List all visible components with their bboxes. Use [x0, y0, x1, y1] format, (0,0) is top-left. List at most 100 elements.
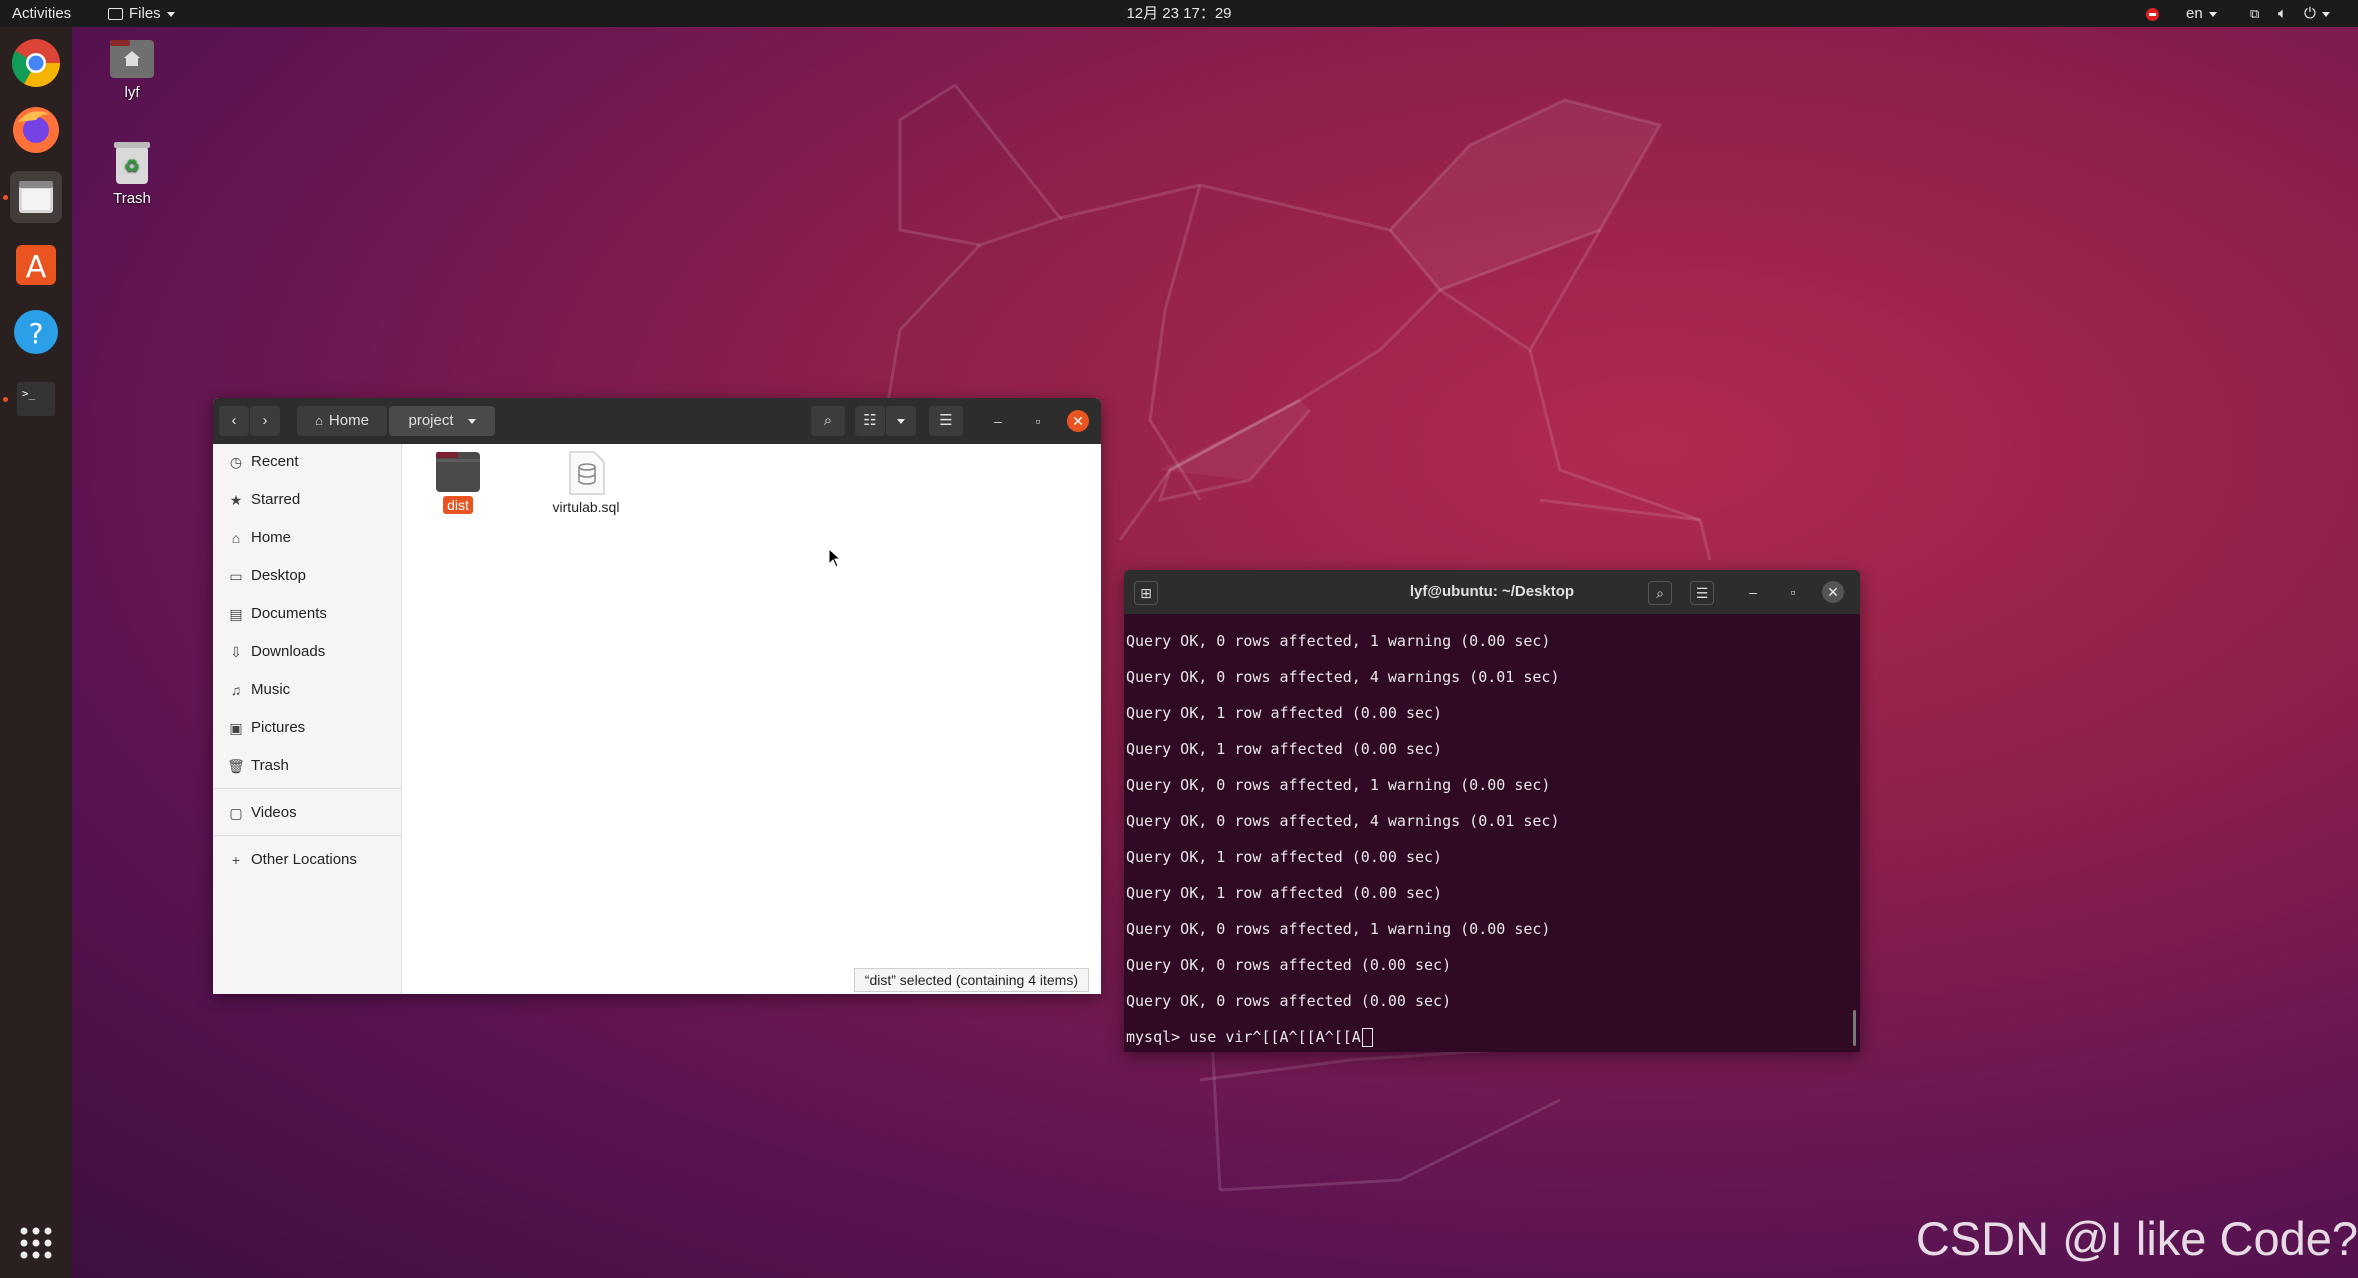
terminal-output[interactable]: Query OK, 0 rows affected, 1 warning (0.… — [1126, 632, 1856, 1052]
star-icon: ★ — [229, 492, 243, 508]
close-button[interactable]: ✕ — [1067, 410, 1089, 432]
folder-icon — [436, 452, 480, 492]
hamburger-icon: ☰ — [1695, 585, 1709, 601]
minimize-icon: – — [994, 413, 1002, 429]
sidebar-item-label: Desktop — [251, 567, 307, 584]
file-item-virtulab-sql[interactable]: virtulab.sql — [536, 450, 636, 515]
clock[interactable]: 12月 23 17：29 — [0, 0, 2358, 27]
back-button[interactable]: ‹ — [219, 406, 249, 436]
sidebar-item-starred[interactable]: ★ Starred — [213, 482, 401, 518]
terminal-close-button[interactable]: ✕ — [1822, 581, 1844, 603]
sidebar-item-other-locations[interactable]: + Other Locations — [213, 842, 401, 878]
maximize-button[interactable]: ▫ — [1027, 410, 1049, 432]
files-launcher[interactable] — [10, 171, 62, 223]
grid-icon — [20, 1227, 52, 1259]
close-icon: ✕ — [1072, 413, 1084, 429]
terminal-line: Query OK, 1 row affected (0.00 sec) — [1126, 740, 1443, 758]
terminal-launcher[interactable]: >_ — [10, 373, 62, 425]
sidebar-item-videos[interactable]: ▢ Videos — [213, 795, 401, 831]
path-home-button[interactable]: ⌂ Home — [297, 406, 387, 436]
terminal-scrollbar[interactable] — [1853, 1010, 1856, 1046]
software-store-icon: A — [16, 245, 56, 285]
terminal-line: Query OK, 0 rows affected (0.00 sec) — [1126, 956, 1452, 974]
terminal-minimize-button[interactable]: – — [1742, 581, 1764, 603]
svg-text:A: A — [26, 250, 47, 285]
network-icon[interactable]: ⧉ — [2250, 0, 2259, 27]
desktop-home-folder[interactable]: lyf — [87, 36, 177, 101]
path-home-label: Home — [328, 412, 369, 429]
sidebar-item-label: Recent — [251, 453, 299, 470]
terminal-search-button[interactable]: ⌕ — [1648, 581, 1672, 605]
running-indicator — [3, 195, 8, 200]
terminal-prompt-line[interactable]: mysql> use vir^[[A^[[A^[[A — [1126, 1028, 1856, 1052]
database-file-icon — [569, 451, 605, 495]
sidebar-item-label: Documents — [251, 605, 327, 622]
sidebar-item-label: Videos — [251, 804, 297, 821]
pictures-icon: ▣ — [229, 720, 243, 736]
software-launcher[interactable]: A — [10, 239, 62, 291]
minimize-button[interactable]: – — [987, 410, 1009, 432]
search-button[interactable]: ⌕ — [811, 406, 845, 436]
sidebar-item-trash[interactable]: 🗑︎ Trash — [213, 748, 401, 784]
sidebar-separator — [213, 835, 401, 836]
desktop-trash-label: Trash — [113, 190, 151, 207]
file-name-dist: dist — [443, 496, 473, 514]
path-project-button[interactable]: project — [389, 406, 495, 436]
view-list-button[interactable]: ☷ — [855, 406, 885, 436]
file-view[interactable]: dist virtulab.sql “dist” selected (conta… — [402, 444, 1101, 994]
terminal-line: Query OK, 0 rows affected, 4 warnings (0… — [1126, 812, 1560, 830]
plus-icon: + — [231, 852, 241, 868]
do-not-disturb-icon[interactable] — [2146, 0, 2159, 27]
mouse-cursor-icon — [828, 548, 842, 568]
file-item-dist[interactable]: dist — [408, 450, 508, 514]
power-icon[interactable]: ⏻ — [2304, 0, 2330, 27]
terminal-line: Query OK, 0 rows affected (0.00 sec) — [1126, 992, 1452, 1010]
terminal-icon: >_ — [17, 382, 55, 416]
sidebar-item-desktop[interactable]: ▭ Desktop — [213, 558, 401, 594]
terminal-prompt: mysql> use vir^[[A^[[A^[[A — [1126, 1028, 1361, 1046]
maximize-icon: ▫ — [1035, 413, 1041, 429]
help-icon: ? — [14, 310, 58, 354]
close-icon: ✕ — [1827, 584, 1839, 600]
terminal-line: Query OK, 0 rows affected, 1 warning (0.… — [1126, 920, 1551, 938]
sidebar-item-label: Starred — [251, 491, 301, 508]
dock: A ? >_ — [0, 27, 72, 1278]
show-applications-button[interactable] — [10, 1217, 62, 1269]
hamburger-icon: ☰ — [939, 412, 953, 429]
language-selector[interactable]: en — [2186, 0, 2217, 27]
help-launcher[interactable]: ? — [10, 306, 62, 358]
home-icon: ⌂ — [315, 413, 323, 428]
terminal-maximize-button[interactable]: ▫ — [1782, 581, 1804, 603]
menu-button[interactable]: ☰ — [929, 406, 963, 436]
view-options-button[interactable] — [886, 406, 916, 436]
chevron-down-icon — [2208, 11, 2217, 17]
file-name-virtulab-sql: virtulab.sql — [552, 499, 620, 515]
sidebar-item-label: Downloads — [251, 643, 326, 660]
sidebar-item-music[interactable]: ♫ Music — [213, 672, 401, 708]
top-bar: Activities Files 12月 23 17：29 en ⧉ 🔈︎ ⏻ — [0, 0, 2358, 27]
firefox-launcher[interactable] — [10, 104, 62, 156]
sidebar-item-pictures[interactable]: ▣ Pictures — [213, 710, 401, 746]
sidebar-separator — [213, 788, 401, 789]
chevron-down-icon — [467, 418, 476, 424]
sidebar: ◷ Recent ★ Starred ⌂ Home ▭ Desktop ▤ Documen… — [213, 444, 402, 994]
sidebar-item-label: Other Locations — [251, 851, 357, 868]
search-icon: ⌕ — [1656, 585, 1664, 601]
sidebar-item-label: Music — [251, 681, 291, 698]
terminal-menu-button[interactable]: ☰ — [1690, 581, 1714, 605]
sidebar-item-downloads[interactable]: ⇩ Downloads — [213, 634, 401, 670]
forward-button[interactable]: › — [250, 406, 280, 436]
search-icon: ⌕ — [823, 412, 833, 429]
volume-icon[interactable]: 🔈︎ — [2278, 0, 2287, 27]
watermark: CSDN @I like Code? — [1915, 1212, 2358, 1265]
running-indicator — [3, 397, 8, 402]
sidebar-item-recent[interactable]: ◷ Recent — [213, 444, 401, 480]
files-icon — [19, 181, 53, 213]
desktop-trash[interactable]: ♻ Trash — [87, 138, 177, 207]
terminal-line: Query OK, 1 row affected (0.00 sec) — [1126, 848, 1443, 866]
music-icon: ♫ — [230, 682, 242, 698]
sidebar-item-documents[interactable]: ▤ Documents — [213, 596, 401, 632]
sidebar-item-home[interactable]: ⌂ Home — [213, 520, 401, 556]
chrome-launcher[interactable] — [10, 37, 62, 89]
maximize-icon: ▫ — [1790, 584, 1796, 600]
